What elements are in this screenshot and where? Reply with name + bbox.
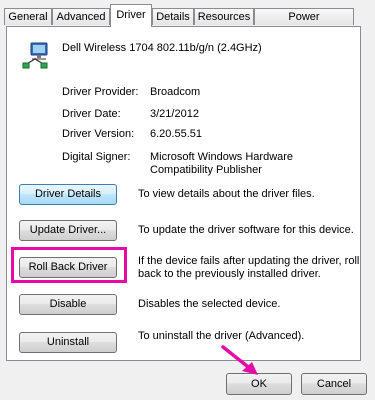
driver-panel: Dell Wireless 1704 802.11b/g/n (2.4GHz) … <box>6 26 361 361</box>
tab-details[interactable]: Details <box>152 8 194 25</box>
tab-power-management[interactable]: Power Management <box>254 8 354 40</box>
tab-strip: General Advanced Driver Details Resource… <box>0 0 375 40</box>
tab-advanced[interactable]: Advanced <box>52 8 110 25</box>
device-name: Dell Wireless 1704 802.11b/g/n (2.4GHz) <box>62 42 262 54</box>
update-driver-description: To update the driver software for this d… <box>138 224 354 236</box>
driver-details-button[interactable]: Driver Details <box>19 184 117 205</box>
update-driver-button[interactable]: Update Driver... <box>19 220 117 241</box>
driver-details-description: To view details about the driver files. <box>138 188 315 200</box>
driver-date-value: 3/21/2012 <box>150 108 199 120</box>
driver-provider-label: Driver Provider: <box>62 86 139 98</box>
digital-signer-value: Microsoft Windows Hardware Compatibility… <box>150 151 294 176</box>
pointer-arrow-icon <box>220 344 264 378</box>
driver-provider-value: Broadcom <box>150 86 201 98</box>
roll-back-driver-description: If the device fails after updating the d… <box>138 255 360 280</box>
disable-button[interactable]: Disable <box>19 294 117 315</box>
driver-date-label: Driver Date: <box>62 108 121 120</box>
tab-general[interactable]: General <box>4 8 52 25</box>
driver-version-value: 6.20.55.51 <box>150 128 202 140</box>
uninstall-button[interactable]: Uninstall <box>19 332 117 353</box>
driver-version-label: Driver Version: <box>62 128 135 140</box>
network-adapter-icon <box>21 39 53 71</box>
cancel-button[interactable]: Cancel <box>301 373 367 395</box>
roll-back-driver-button[interactable]: Roll Back Driver <box>19 257 117 278</box>
tab-driver[interactable]: Driver <box>110 4 152 27</box>
digital-signer-label: Digital Signer: <box>62 151 131 163</box>
disable-description: Disables the selected device. <box>138 298 281 310</box>
uninstall-description: To uninstall the driver (Advanced). <box>138 330 305 342</box>
tab-resources[interactable]: Resources <box>194 8 254 25</box>
